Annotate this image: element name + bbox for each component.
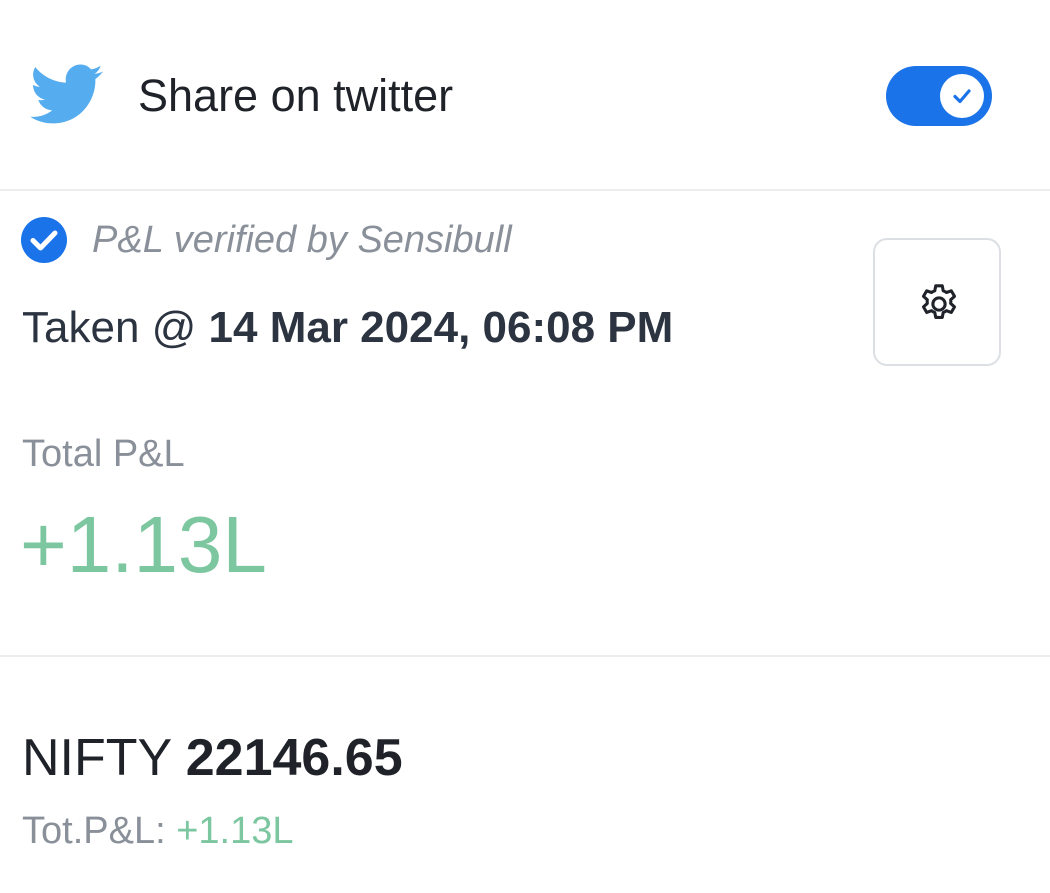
pnl-share-screen: Share on twitter P&L verified by Sensibu… xyxy=(0,0,1050,893)
total-pnl-value: +1.13L xyxy=(20,500,267,589)
position-pnl-value: +1.13L xyxy=(176,810,294,852)
toggle-knob xyxy=(940,74,984,118)
position-row: NIFTY 22146.65 xyxy=(22,728,403,788)
twitter-icon xyxy=(30,64,104,126)
position-pnl: Tot.P&L: +1.13L xyxy=(22,808,294,854)
check-circle-icon xyxy=(20,216,68,264)
divider xyxy=(0,189,1050,191)
snapshot-prefix: Taken @ xyxy=(22,303,197,352)
verified-text: P&L verified by Sensibull xyxy=(92,219,512,261)
total-pnl-label: Total P&L xyxy=(22,433,185,475)
share-twitter-toggle[interactable] xyxy=(886,66,992,126)
position-pnl-label: Tot.P&L: xyxy=(22,810,166,852)
gear-icon xyxy=(921,284,957,319)
snapshot-time: Taken @ 14 Mar 2024, 06:08 PM xyxy=(22,302,673,354)
check-icon xyxy=(953,89,971,104)
snapshot-timestamp: 14 Mar 2024, 06:08 PM xyxy=(208,303,674,352)
share-twitter-row: Share on twitter xyxy=(0,0,1050,190)
settings-button[interactable] xyxy=(873,238,1001,366)
divider xyxy=(0,655,1050,657)
position-price: 22146.65 xyxy=(185,729,403,787)
position-symbol: NIFTY xyxy=(22,729,172,787)
share-label: Share on twitter xyxy=(138,70,454,121)
